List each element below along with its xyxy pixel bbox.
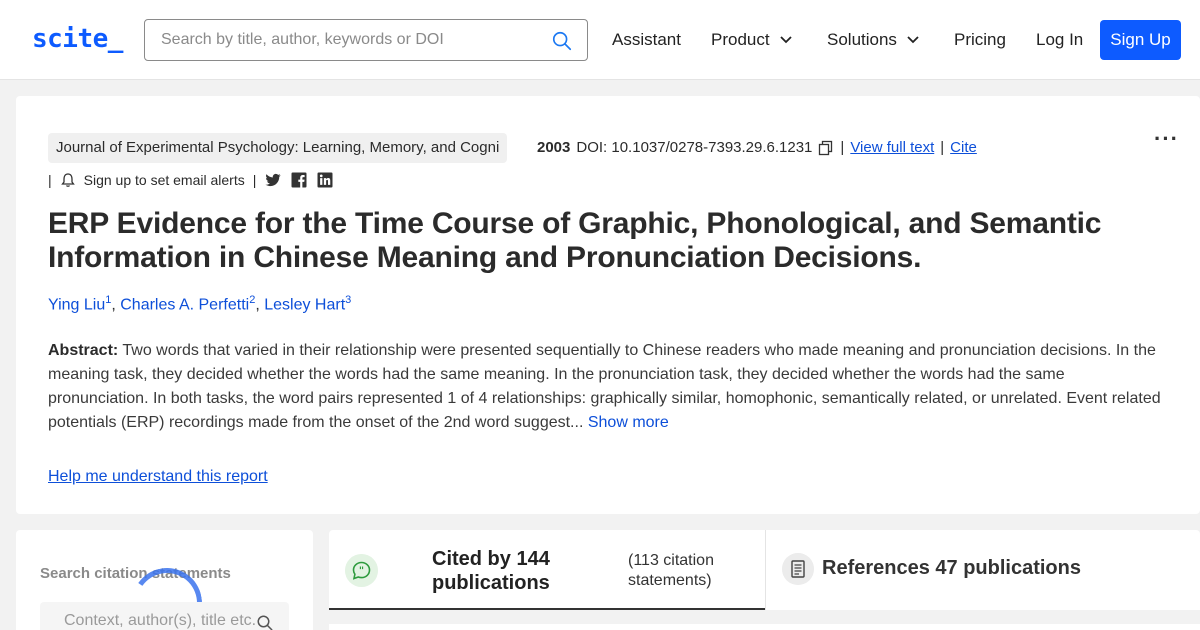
search-icon[interactable] [256,614,274,630]
citation-search-title: Search citation statements [40,565,231,582]
nav-pricing[interactable]: Pricing [954,30,1006,50]
paper-title: ERP Evidence for the Time Course of Grap… [48,207,1102,274]
abstract: Abstract: Two words that varied in their… [48,339,1168,435]
scite-logo[interactable]: scite_ [32,24,123,54]
author-affiliation-marker: 2 [249,294,256,306]
nav-solutions-label: Solutions [827,30,897,49]
doi-text: DOI: 10.1037/0278-7393.29.6.1231 [576,139,813,156]
separator: | [48,172,52,188]
nav-pricing-label: Pricing [954,30,1006,49]
cited-by-label: Cited by 144 publications [432,548,550,594]
document-icon [782,553,814,585]
journal-chip[interactable]: Journal of Experimental Psychology: Lear… [48,133,508,163]
nav-product-label: Product [711,30,770,49]
more-options-icon[interactable]: ··· [1154,126,1179,152]
authors-list: Ying Liu1, Charles A. Perfetti2, Lesley … [48,294,352,314]
citation-search-input[interactable] [64,612,264,630]
search-icon[interactable] [551,30,573,52]
nav-product[interactable]: Product [711,30,792,50]
search-box[interactable] [144,19,588,61]
email-alerts-link[interactable]: Sign up to set email alerts [84,172,245,188]
citation-list-area [329,624,1200,630]
author-link[interactable]: Ying Liu [48,296,105,313]
signup-button[interactable]: Sign Up [1100,20,1181,60]
author-affiliation-marker: 1 [105,294,112,306]
separator: | [252,172,257,188]
citation-statements-count: (113 citation statements) [628,552,714,589]
nav-assistant[interactable]: Assistant [612,30,681,50]
bell-icon[interactable] [60,172,76,188]
nav-solutions[interactable]: Solutions [827,30,919,50]
paper-meta: 2003 DOI: 10.1037/0278-7393.29.6.1231 | … [537,139,977,156]
login-link[interactable]: Log In [1036,30,1083,50]
author-link[interactable]: Lesley Hart [264,296,345,313]
linkedin-icon[interactable] [316,171,334,189]
nav-assistant-label: Assistant [612,30,681,49]
publication-year: 2003 [537,139,571,156]
svg-text:": " [359,566,364,577]
references-label: References 47 publications [822,557,1081,579]
show-more-link[interactable]: Show more [588,414,669,431]
separator: | [940,139,945,156]
citation-search-box[interactable] [40,602,289,630]
abstract-label: Abstract: [48,342,119,359]
author-link[interactable]: Charles A. Perfetti [120,296,249,313]
citation-statements-icon: " [345,554,378,587]
chevron-down-icon [779,36,792,44]
chevron-down-icon [907,36,919,44]
author-affiliation-marker: 3 [345,294,352,306]
twitter-icon[interactable] [264,171,282,189]
cite-link[interactable]: Cite [950,139,977,156]
help-understand-link[interactable]: Help me understand this report [48,468,268,486]
alerts-share-row: | Sign up to set email alerts | [48,171,334,189]
facebook-icon[interactable] [290,171,308,189]
separator: | [840,139,845,156]
search-input[interactable] [161,29,531,51]
copy-icon[interactable] [818,140,834,156]
view-full-text-link[interactable]: View full text [850,139,934,156]
login-label: Log In [1036,30,1084,49]
